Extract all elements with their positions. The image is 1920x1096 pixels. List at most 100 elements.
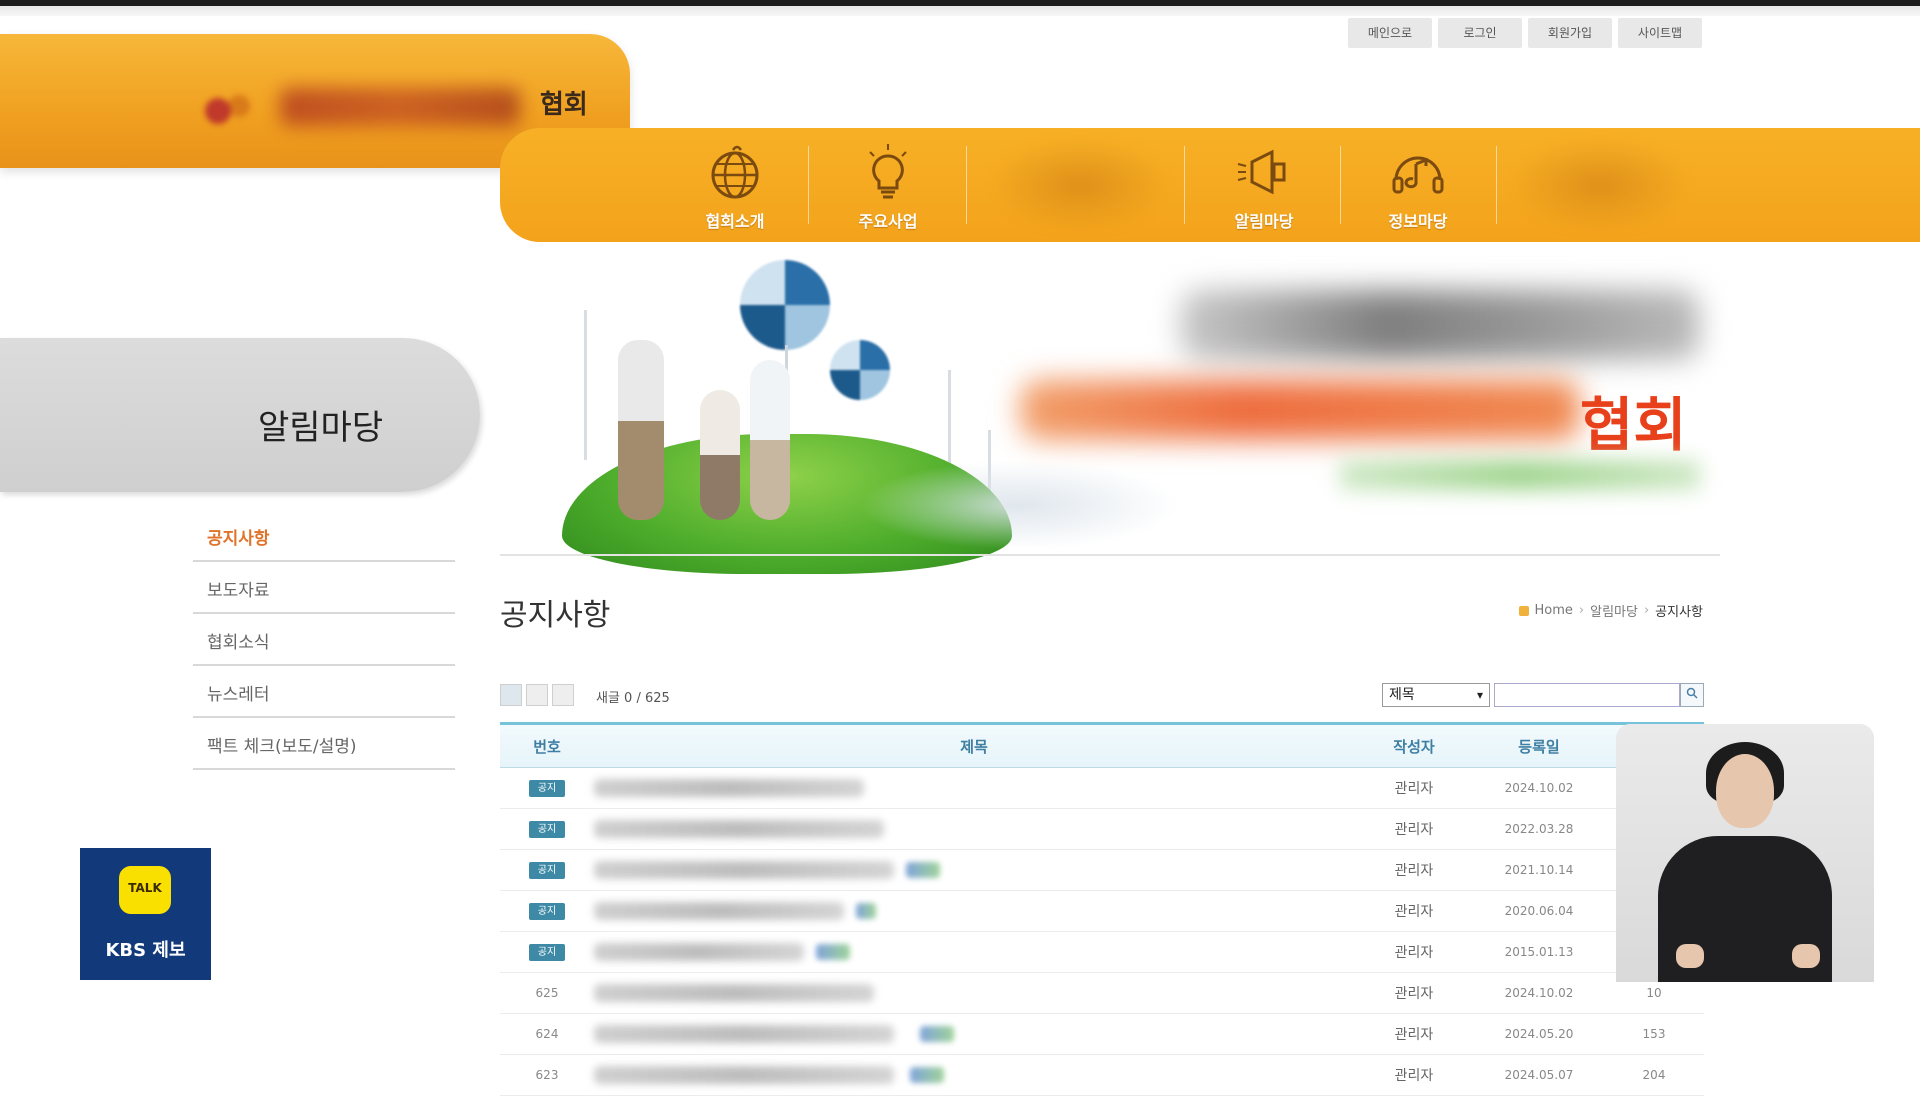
logo-mark-icon[interactable] — [190, 86, 260, 136]
banner-headline: 협회 — [1580, 391, 1687, 459]
list-view-icon[interactable] — [500, 684, 522, 706]
search-field-value: 제목 — [1389, 687, 1415, 703]
sidebar-menu: 공지사항 보도자료 협회소식 뉴스레터 팩트 체크(보도/설명) — [193, 512, 455, 772]
music-note-icon — [1392, 156, 1444, 194]
sidebar-item-press[interactable]: 보도자료 — [193, 564, 455, 614]
interpreter-hand — [1676, 944, 1704, 968]
col-author: 작성자 — [1393, 737, 1435, 756]
login-link[interactable]: 로그인 — [1438, 18, 1522, 48]
table-row[interactable]: 625 관리자 2024.10.02 10 — [500, 973, 1704, 1014]
row-author: 관리자 — [1394, 986, 1434, 1002]
notice-table: 번호 제목 작성자 등록일 공지 관리자 2024.10.02 공지 관리자 2… — [500, 722, 1704, 1096]
table-header: 번호 제목 작성자 등록일 — [500, 722, 1704, 768]
attachment-icon — [910, 1067, 944, 1083]
notice-badge: 공지 — [529, 903, 565, 920]
row-author: 관리자 — [1394, 1027, 1434, 1043]
globe-icon — [711, 145, 759, 199]
talk-label: TALK — [128, 881, 162, 895]
nav-item-about[interactable]: 협회소개 — [660, 128, 810, 242]
nav-item-blurred[interactable] — [1510, 138, 1690, 232]
cloud — [860, 460, 1180, 550]
nav-item-business[interactable]: 주요사업 — [813, 128, 963, 242]
page-title: 공지사항 — [500, 598, 611, 633]
search-field-select[interactable]: 제목 ▾ — [1382, 683, 1490, 707]
nav-divider — [1340, 146, 1341, 224]
row-date: 2015.01.13 — [1504, 945, 1574, 959]
home-icon — [1518, 605, 1529, 616]
row-author: 관리자 — [1394, 1068, 1434, 1084]
main-nav: 협회소개 주요사업 알림마당 정보마당 — [500, 128, 1920, 242]
person-adult — [750, 360, 790, 520]
table-row[interactable]: 624 관리자 2024.05.20 153 — [500, 1014, 1704, 1055]
title-blurred — [594, 902, 844, 920]
megaphone-icon — [1237, 149, 1286, 195]
row-date: 2024.10.02 — [1504, 986, 1574, 1000]
sign-language-interpreter — [1616, 724, 1874, 982]
sidebar-item-factcheck[interactable]: 팩트 체크(보도/설명) — [193, 720, 455, 770]
kakaotalk-icon: TALK — [119, 866, 171, 914]
notice-badge: 공지 — [529, 862, 565, 879]
row-number: 공지 — [500, 943, 594, 961]
title-blurred — [594, 1025, 894, 1043]
hero-banner: 협회 — [500, 250, 1720, 574]
row-number: 공지 — [500, 820, 594, 838]
table-row[interactable]: 623 관리자 2024.05.07 204 — [500, 1055, 1704, 1096]
chevron-right-icon: › — [1643, 603, 1650, 618]
nav-divider — [808, 146, 809, 224]
row-hits: 153 — [1642, 1027, 1666, 1041]
breadcrumb-home[interactable]: Home — [1535, 603, 1573, 618]
list-toolbar: 새글 0 / 625 제목 ▾ — [500, 682, 1704, 710]
signup-link[interactable]: 회원가입 — [1528, 18, 1612, 48]
title-blurred — [594, 1066, 894, 1084]
logo-text[interactable]: 협회 — [540, 84, 588, 121]
col-title: 제목 — [960, 737, 988, 756]
wind-turbine — [584, 310, 587, 460]
row-hits: 10 — [1646, 986, 1662, 1000]
post-count: 새글 0 / 625 — [596, 691, 670, 706]
col-date: 등록일 — [1518, 737, 1560, 756]
nav-label: 정보마당 — [1388, 212, 1448, 231]
kbs-tip-label: KBS 제보 — [105, 940, 186, 961]
attachment-icon — [816, 944, 850, 960]
table-row[interactable]: 공지 관리자 2022.03.28 — [500, 809, 1704, 850]
banner-orgname-blurred — [1020, 380, 1580, 440]
card-view-icon[interactable] — [552, 684, 574, 706]
sidebar-title: 알림마당 — [258, 408, 384, 448]
nav-item-info[interactable]: 정보마당 — [1343, 128, 1493, 242]
banner-divider — [500, 554, 1720, 556]
home-link[interactable]: 메인으로 — [1348, 18, 1432, 48]
chevron-right-icon: › — [1578, 603, 1585, 618]
row-date: 2021.10.14 — [1504, 863, 1574, 877]
table-row[interactable]: 공지 관리자 2021.10.14 — [500, 850, 1704, 891]
logo-name-blurred — [280, 88, 520, 126]
pinwheel — [830, 340, 890, 400]
nav-divider — [1184, 146, 1185, 224]
kbs-tip-badge: TALK KBS 제보 — [80, 848, 211, 980]
window-top-bar — [0, 6, 1920, 16]
sidebar-item-news[interactable]: 협회소식 — [193, 616, 455, 666]
nav-item-notice[interactable]: 알림마당 — [1189, 128, 1339, 242]
interpreter-face — [1716, 754, 1774, 828]
row-date: 2024.10.02 — [1504, 781, 1574, 795]
sidebar-item-newsletter[interactable]: 뉴스레터 — [193, 668, 455, 718]
lightbulb-icon — [869, 144, 907, 199]
row-number: 공지 — [500, 861, 594, 879]
utility-links: 메인으로 로그인 회원가입 사이트맵 — [1348, 18, 1702, 48]
table-row[interactable]: 공지 관리자 2015.01.13 — [500, 932, 1704, 973]
breadcrumb-section[interactable]: 알림마당 — [1590, 601, 1638, 620]
search-input[interactable] — [1494, 683, 1680, 707]
sitemap-link[interactable]: 사이트맵 — [1618, 18, 1702, 48]
row-author: 관리자 — [1394, 863, 1434, 879]
grid-view-icon[interactable] — [526, 684, 548, 706]
row-date: 2020.06.04 — [1504, 904, 1574, 918]
sidebar-item-notice[interactable]: 공지사항 — [193, 512, 455, 562]
search-button[interactable] — [1680, 683, 1704, 707]
person-adult — [618, 340, 664, 520]
table-row[interactable]: 공지 관리자 2020.06.04 — [500, 891, 1704, 932]
notice-badge: 공지 — [529, 780, 565, 797]
table-row[interactable]: 공지 관리자 2024.10.02 — [500, 768, 1704, 809]
sidebar-title-box — [0, 338, 480, 492]
nav-item-blurred[interactable] — [990, 138, 1170, 232]
col-number: 번호 — [533, 737, 561, 756]
breadcrumb-current: 공지사항 — [1655, 605, 1703, 620]
